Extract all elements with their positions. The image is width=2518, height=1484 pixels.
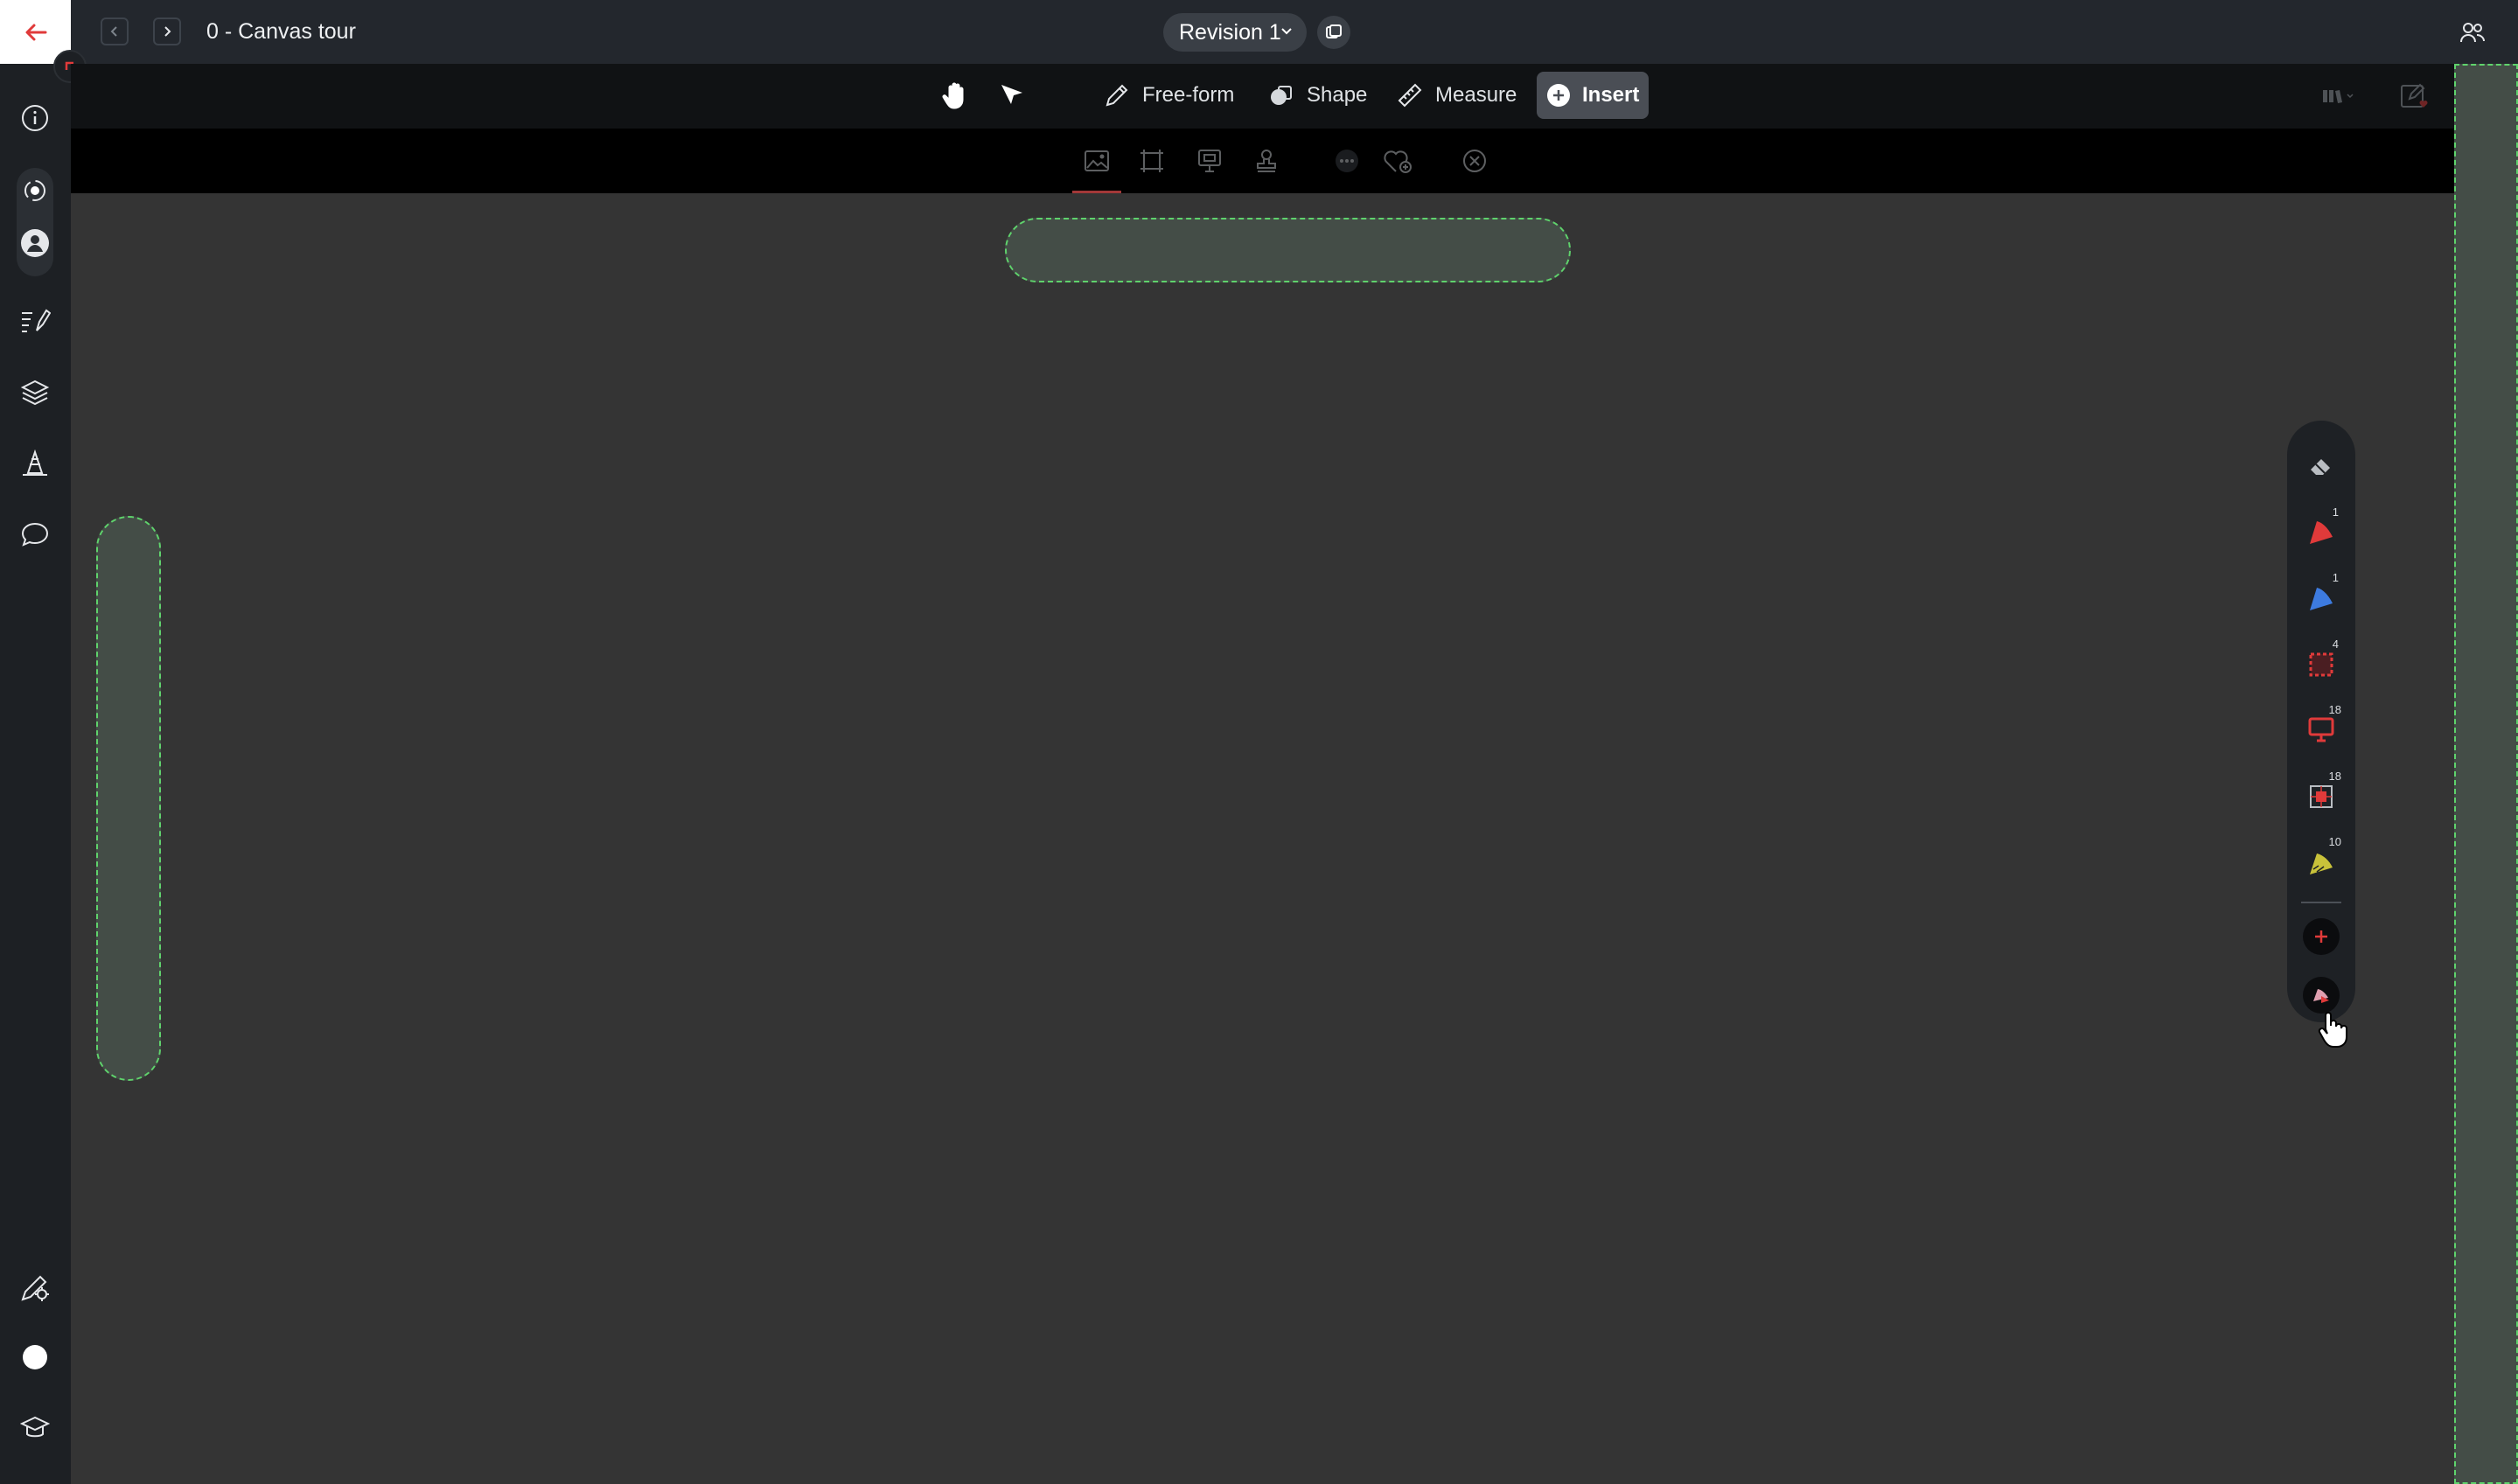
- arrow-left-icon: [24, 23, 47, 42]
- hand-icon: [938, 79, 972, 112]
- image-icon[interactable]: [1079, 143, 1114, 178]
- add-layer-button[interactable]: [2303, 918, 2340, 955]
- dropzone-left[interactable]: [96, 516, 161, 1081]
- user-icon[interactable]: [18, 226, 52, 260]
- users-icon: [2459, 21, 2486, 44]
- dropzone-right[interactable]: [2454, 64, 2518, 1484]
- settings-pen-icon[interactable]: [18, 1271, 52, 1304]
- red-frame-icon[interactable]: [2303, 778, 2340, 815]
- screen-icon[interactable]: [1192, 143, 1227, 178]
- more-icon[interactable]: [1329, 143, 1364, 178]
- learn-icon[interactable]: [18, 1411, 52, 1445]
- layer-count: 1: [2332, 505, 2339, 519]
- close-icon[interactable]: [1457, 143, 1492, 178]
- markups-list-icon[interactable]: [18, 305, 52, 338]
- collaborators-button[interactable]: [2456, 16, 2489, 49]
- cone-icon[interactable]: [18, 447, 52, 480]
- shape-icon: [1268, 79, 1294, 112]
- measure-tool[interactable]: Measure: [1397, 75, 1517, 115]
- frame-icon[interactable]: [1134, 143, 1169, 178]
- favorite-add-icon[interactable]: [1380, 143, 1415, 178]
- eraser-icon[interactable]: [2303, 448, 2340, 484]
- freeform-label: Free-form: [1142, 83, 1235, 107]
- comment-icon[interactable]: [18, 518, 52, 551]
- next-button[interactable]: [153, 17, 181, 45]
- pointer-arrow-icon: [995, 79, 1029, 112]
- previous-button[interactable]: [101, 17, 129, 45]
- red-monitor-icon[interactable]: [2303, 712, 2340, 749]
- measure-label: Measure: [1435, 83, 1517, 107]
- blue-sector-icon[interactable]: [2303, 581, 2340, 617]
- stamp-icon[interactable]: [1249, 143, 1284, 178]
- chevron-left-icon: [109, 25, 120, 38]
- edit-favorite-icon[interactable]: [2398, 80, 2431, 113]
- plus-circle-icon: [1545, 82, 1572, 108]
- red-dashed-rect-icon[interactable]: [2303, 646, 2340, 683]
- status-dot-icon[interactable]: [18, 1341, 52, 1374]
- document-title: 0 - Canvas tour: [206, 19, 356, 44]
- layer-count: 18: [2328, 770, 2341, 783]
- yellow-sector-icon[interactable]: [2303, 845, 2340, 881]
- red-sector-icon[interactable]: [2303, 514, 2340, 551]
- pencil-icon: [1104, 79, 1130, 112]
- active-indicator: [1072, 191, 1121, 193]
- pan-tool[interactable]: [938, 75, 972, 115]
- info-icon[interactable]: [18, 101, 52, 135]
- shape-tool[interactable]: Shape: [1268, 75, 1367, 115]
- compare-revisions-icon: [1324, 23, 1343, 42]
- layer-settings-button[interactable]: [2303, 977, 2340, 1014]
- shape-label: Shape: [1307, 83, 1368, 107]
- top-bar: 0 - Canvas tour Revision 1: [0, 0, 2518, 64]
- revision-select[interactable]: Revision 1: [1163, 13, 1307, 52]
- dropzone-top[interactable]: [1005, 218, 1571, 282]
- view-icon[interactable]: [18, 174, 52, 207]
- layers-icon[interactable]: [18, 376, 52, 409]
- layer-settings-icon: [2310, 986, 2333, 1005]
- insert-label: Insert: [1582, 83, 1640, 107]
- insert-submenu: [71, 129, 2518, 193]
- chevron-right-icon: [162, 25, 172, 38]
- layer-count: 4: [2332, 637, 2339, 651]
- mouse-cursor: [2316, 1010, 2347, 1049]
- insert-button[interactable]: Insert: [1537, 72, 1649, 119]
- ruler-icon: [1397, 79, 1423, 112]
- compare-revisions-button[interactable]: [1317, 16, 1350, 49]
- layer-count: 18: [2328, 703, 2341, 716]
- freeform-tool[interactable]: Free-form: [1104, 75, 1234, 115]
- palette-divider: [2301, 902, 2341, 903]
- layer-count: 1: [2332, 571, 2339, 584]
- plus-icon: [2312, 927, 2331, 946]
- revision-label: Revision 1: [1179, 19, 1281, 45]
- layer-count: 10: [2328, 835, 2341, 848]
- chevron-down-icon: [1279, 24, 1294, 39]
- select-tool[interactable]: [995, 75, 1029, 115]
- library-icon[interactable]: [2321, 80, 2354, 113]
